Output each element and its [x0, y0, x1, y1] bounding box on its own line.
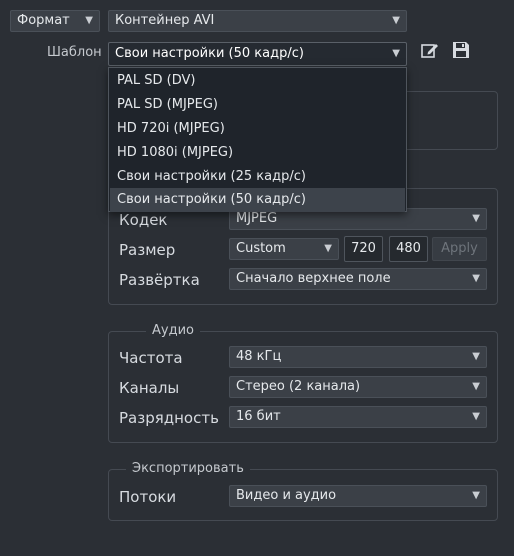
template-dropdown-list: PAL SD (DV) PAL SD (MJPEG) HD 720i (MJPE… — [108, 67, 407, 212]
size-dropdown[interactable]: Custom ▼ — [229, 238, 339, 260]
height-input[interactable]: 480 — [389, 236, 428, 262]
streams-label: Потоки — [119, 488, 177, 506]
bit-depth-label: Разрядность — [119, 409, 219, 427]
codec-value: MJPEG — [236, 211, 278, 226]
scan-value: Сначало верхнее поле — [236, 271, 391, 286]
bit-depth-value: 16 бит — [236, 409, 281, 424]
template-option-selected[interactable]: Свои настройки (50 кадр/с) — [110, 188, 405, 212]
edit-icon[interactable] — [420, 40, 440, 60]
template-option[interactable]: PAL SD (DV) — [110, 69, 405, 93]
frequency-label: Частота — [119, 349, 183, 367]
size-label: Размер — [119, 241, 176, 259]
frequency-dropdown[interactable]: 48 кГц ▼ — [229, 346, 487, 368]
codec-label: Кодек — [119, 211, 168, 229]
export-legend: Экспортировать — [126, 461, 250, 476]
size-value: Custom — [236, 241, 286, 256]
template-option[interactable]: HD 720i (MJPEG) — [110, 117, 405, 141]
frequency-value: 48 кГц — [236, 349, 282, 364]
streams-dropdown[interactable]: Видео и аудио ▼ — [229, 485, 487, 507]
streams-value: Видео и аудио — [236, 488, 337, 503]
chevron-down-icon: ▼ — [392, 48, 400, 59]
channels-dropdown[interactable]: Стерео (2 канала) ▼ — [229, 376, 487, 398]
chevron-down-icon: ▼ — [392, 15, 400, 26]
channels-label: Каналы — [119, 379, 180, 397]
audio-legend: Аудио — [146, 323, 200, 338]
apply-button[interactable]: Apply — [432, 237, 487, 261]
channels-value: Стерео (2 канала) — [236, 379, 361, 394]
chevron-down-icon: ▼ — [324, 243, 332, 254]
chevron-down-icon: ▼ — [472, 381, 480, 392]
chevron-down-icon: ▼ — [472, 273, 480, 284]
chevron-down-icon: ▼ — [472, 490, 480, 501]
scan-label: Развёртка — [119, 271, 200, 289]
template-dropdown[interactable]: Свои настройки (50 кадр/с) ▼ — [108, 42, 407, 66]
template-option[interactable]: PAL SD (MJPEG) — [110, 93, 405, 117]
save-icon[interactable] — [451, 40, 471, 60]
chevron-down-icon: ▼ — [472, 411, 480, 422]
format-label: Формат — [17, 13, 70, 28]
bit-depth-dropdown[interactable]: 16 бит ▼ — [229, 406, 487, 428]
template-option[interactable]: Свои настройки (25 кадр/с) — [110, 165, 405, 189]
format-dropdown[interactable]: Формат ▼ — [10, 10, 100, 32]
container-value: Контейнер AVI — [115, 13, 215, 28]
template-label: Шаблон — [47, 45, 102, 60]
template-option[interactable]: HD 1080i (MJPEG) — [110, 141, 405, 165]
chevron-down-icon: ▼ — [472, 351, 480, 362]
template-value: Свои настройки (50 кадр/с) — [115, 46, 304, 61]
chevron-down-icon: ▼ — [85, 15, 93, 26]
chevron-down-icon: ▼ — [472, 213, 480, 224]
scan-dropdown[interactable]: Сначало верхнее поле ▼ — [229, 268, 487, 290]
width-input[interactable]: 720 — [344, 236, 383, 262]
container-dropdown[interactable]: Контейнер AVI ▼ — [108, 10, 407, 32]
